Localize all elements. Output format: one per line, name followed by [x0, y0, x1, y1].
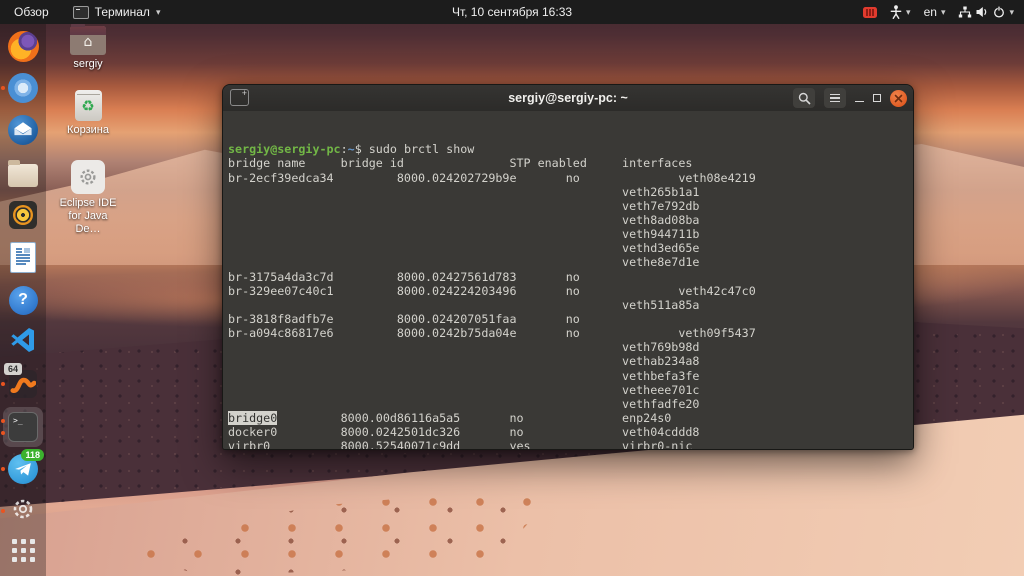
- accessibility-menu[interactable]: ▾: [890, 5, 911, 19]
- eclipse-installer-icon: [71, 160, 105, 194]
- search-icon: [798, 92, 811, 105]
- thunderbird-icon: [8, 115, 38, 145]
- dock-item-libreoffice-writer[interactable]: [0, 236, 46, 278]
- trash-icon: ♻: [75, 90, 102, 121]
- app-badge: 64: [4, 363, 22, 375]
- window-titlebar[interactable]: + sergiy@sergiy-pc: ~: [223, 85, 913, 112]
- notification-badge: 118: [21, 449, 44, 461]
- terminal-output: sergiy@sergiy-pc:~$ sudo brctl showbridg…: [228, 142, 913, 450]
- terminal-window: + sergiy@sergiy-pc: ~ sergiy@sergiy-pc:~…: [222, 84, 914, 450]
- home-folder-icon: ⌂: [70, 26, 106, 55]
- maximize-button[interactable]: [873, 94, 881, 102]
- home-glyph: ⌂: [70, 34, 106, 50]
- gear-icon: [10, 496, 36, 527]
- power-icon: [993, 6, 1005, 18]
- dock-item-music-player[interactable]: [0, 194, 46, 236]
- chevron-down-icon: ▾: [941, 7, 946, 18]
- desktop-icon-label: sergiy: [56, 58, 120, 71]
- network-wired-icon: [958, 6, 972, 18]
- desktop-icon-label: Eclipse IDE: [56, 197, 120, 210]
- chevron-down-icon: ▾: [1009, 7, 1014, 18]
- running-indicator: [1, 509, 5, 513]
- running-indicator: [1, 467, 5, 471]
- terminal-icon: >_: [8, 412, 38, 442]
- desktop-icon-trash[interactable]: ♻ Корзина: [56, 90, 120, 137]
- plus-icon: +: [242, 88, 247, 98]
- firefox-icon: [8, 31, 39, 62]
- chevron-down-icon: ▾: [156, 7, 161, 18]
- dock-item-app-64[interactable]: 64: [0, 363, 46, 405]
- volume-icon: [976, 6, 989, 18]
- chromium-icon: [8, 73, 38, 103]
- files-folder-icon: [8, 164, 38, 187]
- dock-item-files[interactable]: [0, 152, 46, 194]
- keyboard-layout-label: en: [924, 5, 937, 19]
- running-indicator: [1, 419, 5, 423]
- dock-item-chromium[interactable]: [0, 67, 46, 109]
- desktop-icon-eclipse[interactable]: Eclipse IDE for Java De…: [56, 160, 120, 236]
- chevron-down-icon: ▾: [906, 7, 911, 18]
- new-tab-button[interactable]: +: [230, 89, 249, 106]
- dock-item-firefox[interactable]: [0, 25, 46, 67]
- recycle-glyph: ♻: [81, 97, 94, 115]
- desktop-icon-label-line2: for Java De…: [56, 210, 120, 236]
- desktop-icon-label: Корзина: [56, 124, 120, 137]
- app-menu-label: Терминал: [95, 5, 150, 19]
- close-icon: [894, 94, 903, 103]
- search-button[interactable]: [793, 88, 815, 108]
- dock-item-help[interactable]: ?: [0, 279, 46, 321]
- accessibility-icon: [890, 5, 902, 19]
- top-bar: Обзор Терминал ▾ Чт, 10 сентября 16:33 ▾…: [0, 0, 1024, 24]
- app-menu-button[interactable]: Терминал ▾: [73, 5, 161, 19]
- running-indicator: [1, 86, 5, 90]
- clock-button[interactable]: Чт, 10 сентября 16:33: [452, 5, 572, 19]
- dock: ? 64 >_ 118: [0, 24, 46, 576]
- running-indicator: [1, 431, 5, 435]
- music-player-icon: [9, 201, 37, 229]
- minimize-button[interactable]: [855, 101, 864, 103]
- app-grid-icon: [12, 539, 35, 562]
- help-icon: ?: [9, 286, 38, 315]
- keyboard-layout-menu[interactable]: en ▾: [924, 5, 946, 19]
- hamburger-icon: [830, 94, 840, 102]
- vscode-icon: [9, 326, 37, 359]
- dock-item-vscode[interactable]: [0, 321, 46, 363]
- menu-button[interactable]: [824, 88, 846, 108]
- libreoffice-writer-icon: [10, 242, 36, 273]
- close-button[interactable]: [890, 90, 907, 107]
- dock-item-show-applications[interactable]: [0, 529, 46, 571]
- desktop-icon-home-folder[interactable]: ⌂ sergiy: [56, 26, 120, 71]
- activities-button[interactable]: Обзор: [10, 3, 53, 21]
- dock-item-telegram[interactable]: 118: [0, 448, 46, 490]
- running-indicator: [1, 382, 5, 386]
- dock-item-thunderbird[interactable]: [0, 109, 46, 151]
- terminal-body[interactable]: sergiy@sergiy-pc:~$ sudo brctl showbridg…: [223, 111, 913, 449]
- dock-item-settings[interactable]: [0, 490, 46, 532]
- dock-item-terminal[interactable]: >_: [0, 406, 46, 448]
- system-status-menu[interactable]: ▾: [958, 6, 1014, 18]
- terminal-app-icon: [73, 6, 89, 19]
- red-indicator-icon[interactable]: [863, 7, 877, 18]
